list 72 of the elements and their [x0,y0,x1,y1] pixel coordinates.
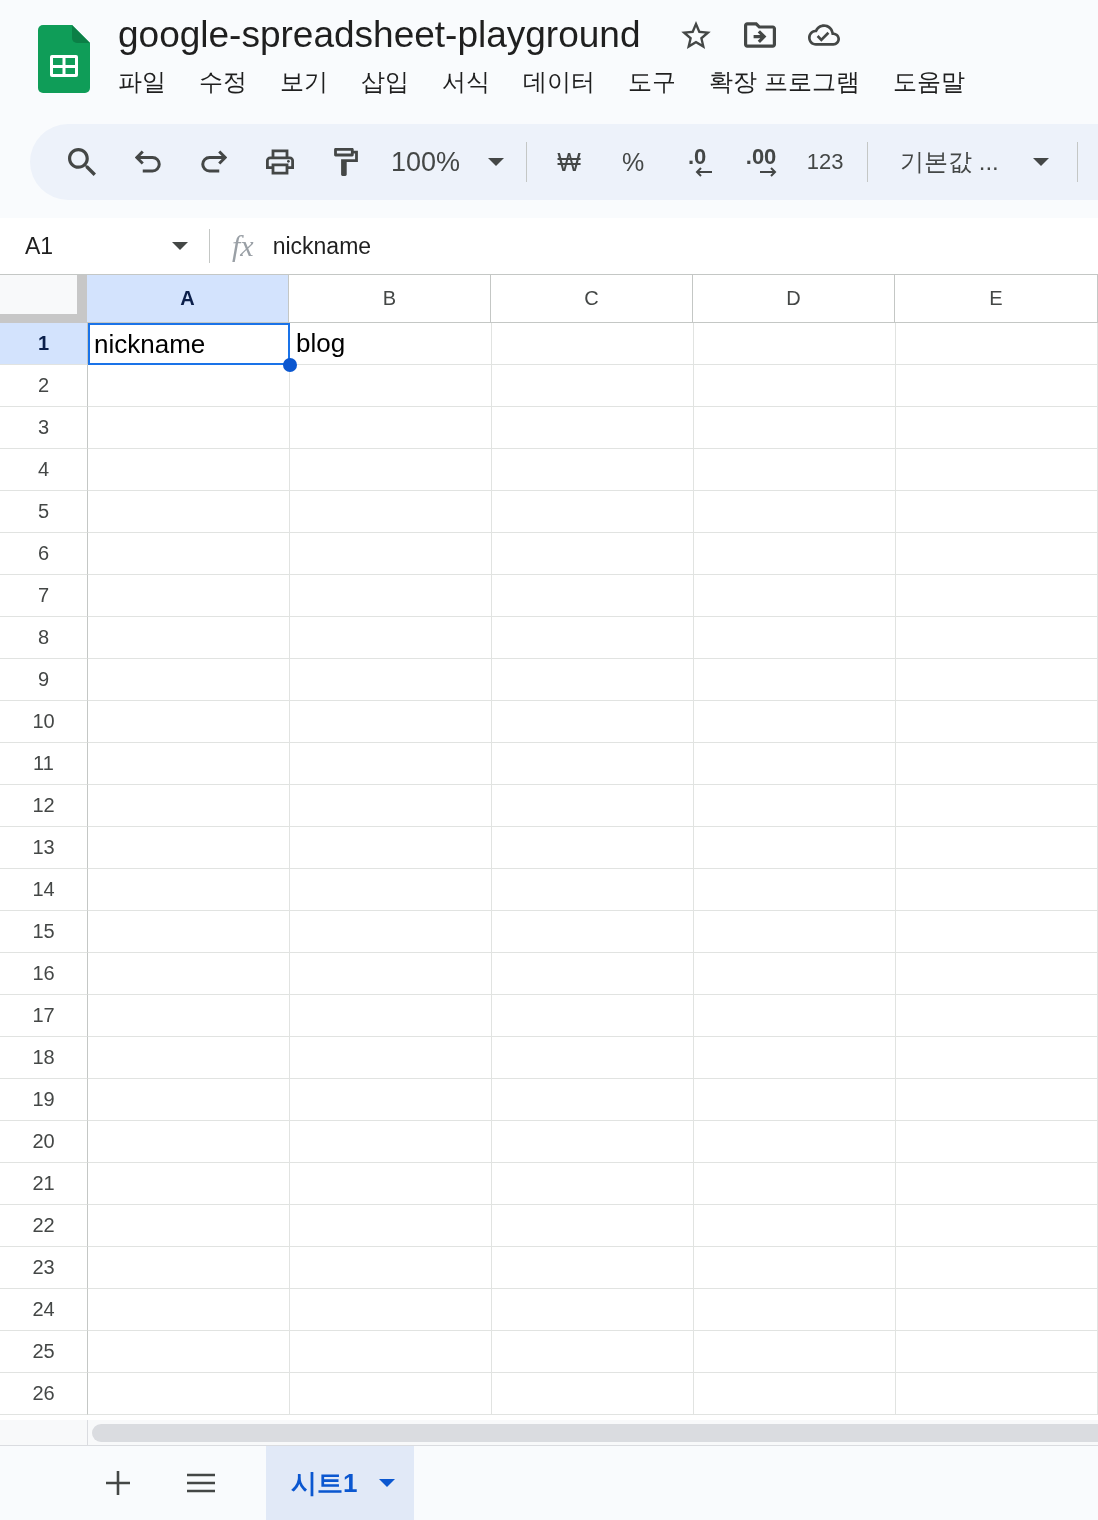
zoom-dropdown[interactable]: 100% [389,146,507,178]
row-header[interactable]: 21 [0,1163,88,1205]
column-header[interactable]: B [289,275,491,323]
row-header[interactable]: 19 [0,1079,88,1121]
caret-icon [172,242,188,250]
fill-handle-icon[interactable] [283,358,297,372]
search-icon[interactable] [68,148,96,176]
star-icon[interactable] [680,21,713,49]
percent-format-button[interactable]: % [611,147,656,177]
cloud-check-icon[interactable] [808,21,841,49]
column-header[interactable]: D [693,275,895,323]
scrollbar-thumb[interactable] [92,1423,1098,1442]
row-header[interactable]: 7 [0,575,88,617]
row-header[interactable]: 4 [0,449,88,491]
row-header[interactable]: 22 [0,1205,88,1247]
caret-icon [379,1479,396,1487]
table-cell: blog [290,323,492,365]
row-header[interactable]: 5 [0,491,88,533]
undo-icon[interactable] [135,150,161,174]
font-dropdown[interactable]: 기본값 ... [888,146,1057,178]
print-icon[interactable] [266,148,294,176]
row-header[interactable]: 3 [0,407,88,449]
caret-icon [488,158,505,166]
row-header[interactable]: 11 [0,743,88,785]
column-header[interactable]: E [895,275,1098,323]
row-header[interactable]: 6 [0,533,88,575]
row-header[interactable]: 15 [0,911,88,953]
row-header[interactable]: 23 [0,1247,88,1289]
row-header[interactable]: 13 [0,827,88,869]
sheets-logo-icon[interactable] [38,25,90,93]
row-header[interactable]: 9 [0,659,88,701]
number-format-button[interactable]: 123 [803,149,848,175]
row-header[interactable]: 16 [0,953,88,995]
arrow-left-icon [695,166,714,178]
table-cell: nickname [88,323,290,365]
row-header[interactable]: 1 [0,323,88,365]
name-box[interactable]: A1 [0,224,195,268]
row-header[interactable]: 18 [0,1037,88,1079]
row-header[interactable]: 12 [0,785,88,827]
paint-roller-icon[interactable] [332,148,360,176]
row-header[interactable]: 25 [0,1331,88,1373]
folder-arrow-icon[interactable] [744,21,777,49]
menu-item[interactable]: 수정 [199,64,247,100]
arrow-right-icon [759,166,778,178]
formula-input[interactable]: nickname [272,232,372,260]
row-header[interactable]: 17 [0,995,88,1037]
column-header[interactable]: C [491,275,693,323]
caret-icon [1032,158,1049,166]
row-header[interactable]: 10 [0,701,88,743]
document-title[interactable]: google-spreadsheet-playground [118,13,641,57]
menu-icon[interactable] [187,1473,215,1493]
row-header[interactable]: 24 [0,1289,88,1331]
menu-item[interactable]: 삽입 [361,64,409,100]
plus-icon[interactable] [106,1471,130,1495]
menu-item[interactable]: 파일 [118,64,166,100]
row-header[interactable]: 8 [0,617,88,659]
menu-item[interactable]: 보기 [280,64,328,100]
increase-decimal-button[interactable]: .00 [739,146,784,178]
menu-item[interactable]: 데이터 [523,64,595,100]
redo-icon[interactable] [201,150,227,174]
decrease-decimal-button[interactable]: .0 [675,146,720,178]
row-header[interactable]: 14 [0,869,88,911]
row-header[interactable]: 2 [0,365,88,407]
fx-label: fx [232,229,254,263]
column-header[interactable]: A [87,275,289,323]
row-header[interactable]: 20 [0,1121,88,1163]
menu-item[interactable]: 서식 [442,64,490,100]
currency-format-button[interactable]: ₩ [547,147,592,177]
menu-item[interactable]: 도구 [628,64,676,100]
sheet-tab[interactable]: 시트1 [266,1446,414,1520]
menu-item[interactable]: 확장 프로그램 [709,64,860,100]
menu-item[interactable]: 도움말 [892,64,965,100]
